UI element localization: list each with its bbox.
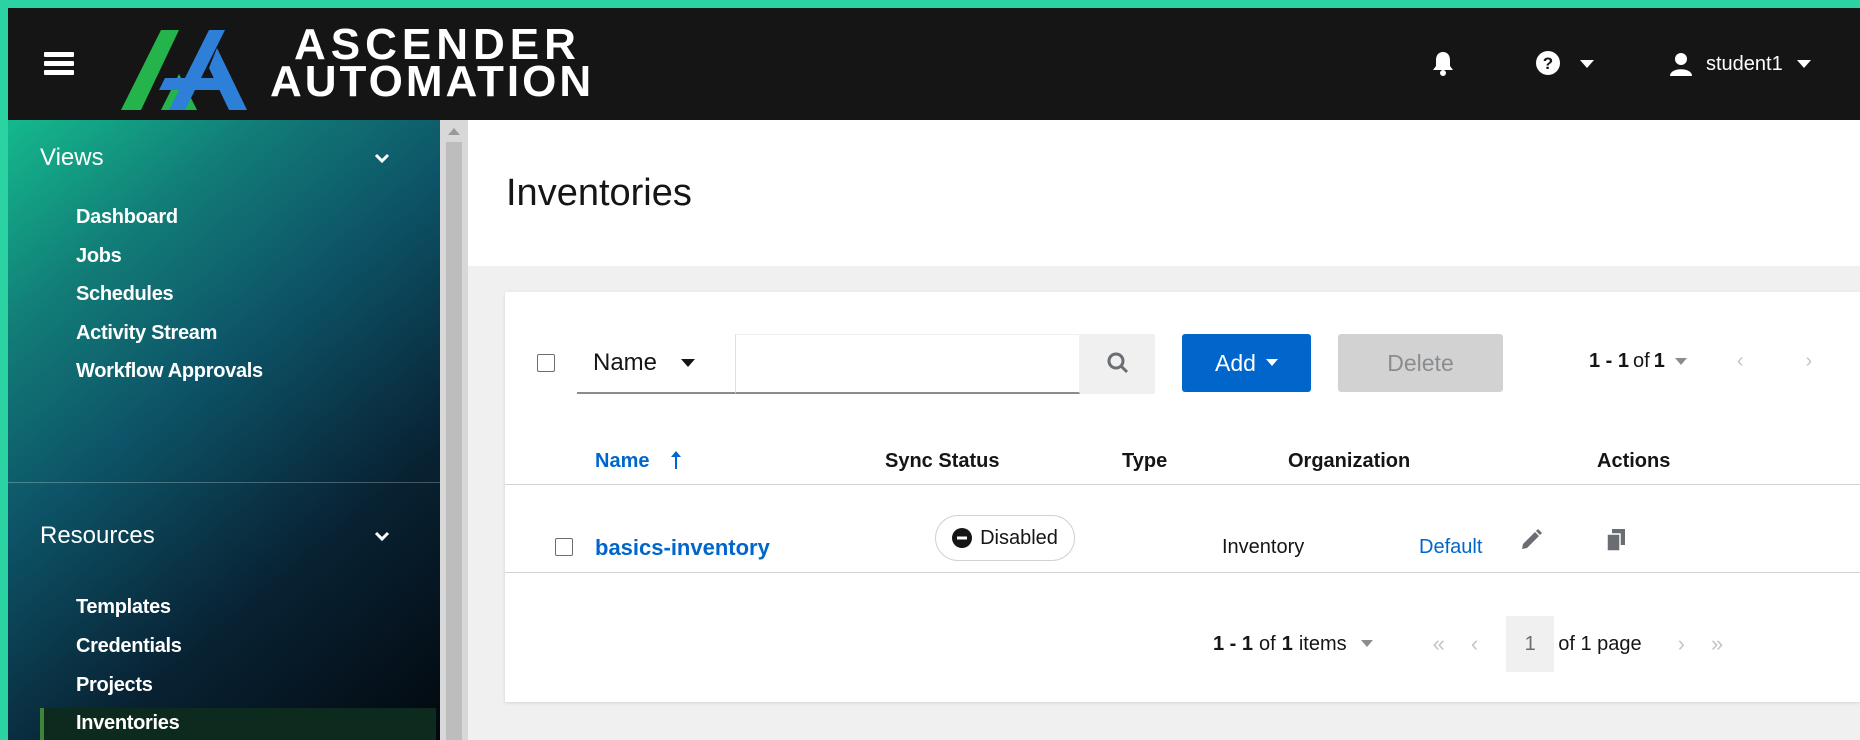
sidebar-item-templates[interactable]: Templates — [76, 596, 171, 619]
bell-icon[interactable] — [1432, 50, 1454, 76]
search-button[interactable] — [1080, 334, 1155, 394]
help-caret-icon[interactable] — [1580, 60, 1594, 69]
first-page-icon[interactable]: « — [1433, 631, 1445, 657]
column-header-type[interactable]: Type — [1122, 450, 1167, 473]
copy-icon[interactable] — [1605, 528, 1627, 552]
row-checkbox[interactable] — [555, 538, 573, 556]
hamburger-icon[interactable] — [44, 52, 74, 76]
svg-text:?: ? — [1543, 54, 1553, 73]
sync-status-label: Disabled — [980, 526, 1058, 549]
scrollbar-thumb[interactable] — [446, 142, 462, 740]
chevron-down-icon — [374, 153, 390, 163]
logo-icon — [121, 30, 247, 110]
sidebar-item-activity-stream[interactable]: Activity Stream — [76, 322, 217, 345]
prev-page-icon[interactable]: ‹ — [1471, 631, 1478, 657]
pagination-range: 1 - 1 — [1589, 350, 1630, 372]
pagination-caret-icon[interactable] — [1674, 357, 1687, 366]
next-page-icon[interactable]: › — [1678, 631, 1685, 657]
column-header-name[interactable]: Name — [595, 450, 682, 473]
brand-line2: AUTOMATION — [270, 57, 595, 106]
pagination-total: 1 — [1653, 350, 1665, 372]
nav-group-label: Resources — [40, 522, 155, 549]
nav-group-label: Views — [40, 144, 104, 171]
caret-down-icon — [1265, 359, 1278, 366]
inventory-name-link[interactable]: basics-inventory — [595, 535, 770, 561]
user-icon — [1670, 53, 1692, 76]
sync-status-badge: Disabled — [935, 515, 1075, 561]
column-label: Name — [595, 450, 650, 472]
sidebar-item-inventories[interactable]: Inventories — [76, 712, 180, 735]
sidebar-item-dashboard[interactable]: Dashboard — [76, 206, 178, 229]
pagination-bottom: 1 - 1 of 1 items « ‹ 1 of 1 page › » — [1213, 616, 1860, 672]
chevron-down-icon — [374, 531, 390, 541]
sidebar: Views Dashboard Jobs Schedules Activity … — [8, 120, 440, 740]
disabled-icon — [952, 528, 973, 548]
add-button[interactable]: Add — [1182, 334, 1311, 392]
inventory-list-card: Name Add Delete 1 - 1 of 1 ‹ › Name Sync… — [505, 292, 1860, 702]
caret-down-icon — [681, 358, 696, 367]
scroll-up-icon[interactable] — [448, 128, 460, 135]
column-header-actions: Actions — [1597, 450, 1671, 472]
brand-wordmark: ASCENDER AUTOMATION — [270, 23, 594, 104]
per-page-caret-icon[interactable] — [1360, 640, 1373, 648]
last-page-icon[interactable]: » — [1711, 631, 1723, 657]
user-caret-icon — [1796, 59, 1811, 68]
sidebar-item-workflow-approvals[interactable]: Workflow Approvals — [76, 360, 263, 383]
nav-group-views[interactable]: Views — [8, 136, 438, 180]
user-name: student1 — [1706, 52, 1783, 75]
select-all-checkbox[interactable] — [537, 354, 555, 372]
sidebar-item-projects[interactable]: Projects — [76, 674, 153, 697]
sidebar-item-schedules[interactable]: Schedules — [76, 283, 174, 306]
sidebar-item-jobs[interactable]: Jobs — [76, 245, 122, 268]
add-label: Add — [1215, 349, 1256, 376]
search-input[interactable] — [735, 334, 1080, 394]
pagination-total: 1 — [1281, 632, 1293, 655]
page-header: Inventories — [468, 120, 1860, 266]
pagination-of: of — [1633, 350, 1650, 372]
next-page-icon[interactable]: › — [1806, 350, 1813, 373]
pagination-range: 1 - 1 — [1213, 632, 1254, 655]
pencil-icon[interactable] — [1519, 528, 1543, 552]
top-navbar: ASCENDER AUTOMATION ? student1 — [8, 8, 1860, 120]
inventory-type: Inventory — [1222, 536, 1305, 558]
app-window: ASCENDER AUTOMATION ? student1 Views Das… — [8, 8, 1860, 740]
nav-group-resources[interactable]: Resources — [8, 514, 438, 558]
page-count: of 1 page — [1558, 632, 1642, 655]
pagination-top: 1 - 1 of 1 ‹ › — [1589, 350, 1812, 373]
filter-type-value: Name — [593, 349, 658, 376]
pagination-of: of — [1259, 632, 1276, 655]
prev-page-icon[interactable]: ‹ — [1737, 350, 1744, 373]
sidebar-divider — [8, 482, 440, 483]
user-menu[interactable]: student1 — [1670, 52, 1811, 76]
row-divider — [505, 484, 1860, 485]
organization-link[interactable]: Default — [1419, 536, 1482, 559]
filter-type-select[interactable]: Name — [577, 334, 735, 394]
sort-up-icon — [671, 451, 682, 469]
pagination-items-word: items — [1298, 632, 1347, 655]
column-header-organization[interactable]: Organization — [1288, 450, 1410, 473]
search-icon — [1107, 352, 1128, 373]
current-page-input[interactable]: 1 — [1506, 616, 1555, 672]
sidebar-item-credentials[interactable]: Credentials — [76, 635, 182, 658]
help-icon[interactable]: ? — [1535, 50, 1561, 76]
column-header-sync-status[interactable]: Sync Status — [885, 450, 999, 473]
page-title: Inventories — [506, 172, 692, 214]
row-divider — [505, 572, 1860, 573]
delete-button[interactable]: Delete — [1338, 334, 1503, 392]
sidebar-scrollbar[interactable] — [440, 120, 468, 740]
